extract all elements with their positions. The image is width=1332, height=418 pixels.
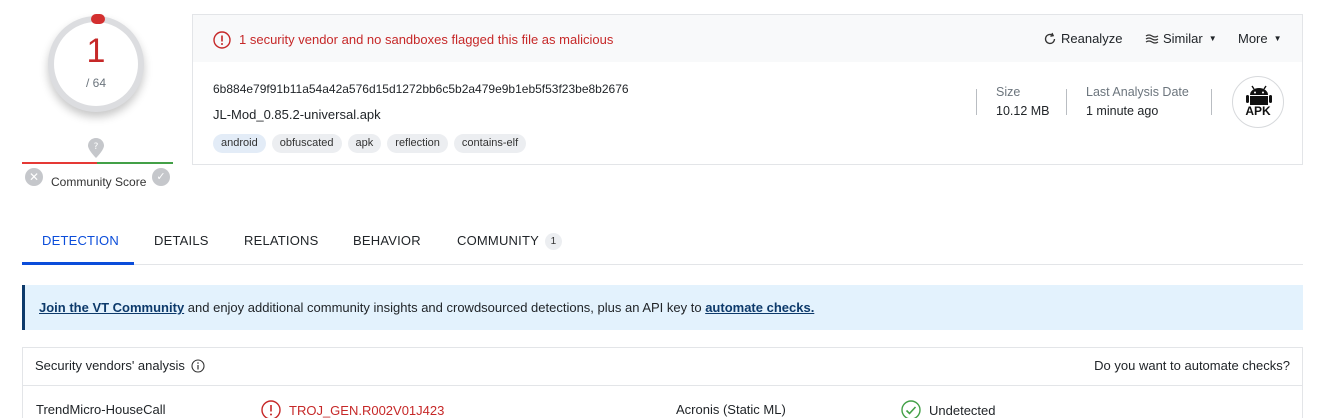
size-value: 10.12 MB [996,104,1050,118]
banner-text: Join the VT Community and enjoy addition… [39,300,814,315]
alert-icon [213,31,231,49]
tab-detection[interactable]: DETECTION [42,233,119,248]
community-score-pin-icon: ? [88,138,104,158]
community-banner: Join the VT Community and enjoy addition… [22,285,1303,330]
tag-contains-elf[interactable]: contains-elf [453,134,527,153]
tab-details[interactable]: DETAILS [154,233,209,248]
size-label: Size [996,85,1021,99]
divider [1211,89,1212,115]
more-button[interactable]: More ▼ [1238,31,1282,46]
similar-label: Similar [1163,31,1203,46]
alert-icon [261,400,281,418]
divider [976,89,977,115]
join-community-link[interactable]: Join the VT Community [39,300,184,315]
last-analysis-value: 1 minute ago [1086,104,1159,118]
alert-message: 1 security vendor and no sandboxes flagg… [239,32,614,47]
detection-label: TROJ_GEN.R002V01J423 [289,402,445,418]
divider [1066,89,1067,115]
tag-android[interactable]: android [213,134,266,153]
report-tabs: DETECTION DETAILS RELATIONS BEHAVIOR COM… [22,222,1303,265]
score-ring-indicator [91,14,105,24]
vendors-header: Security vendors' analysis Do you want t… [23,348,1302,386]
vendor-result-clean: Undetected [901,400,996,418]
vendors-analysis-section: Security vendors' analysis Do you want t… [22,347,1303,418]
vendor-result-malicious: TROJ_GEN.R002V01J423 [261,400,444,418]
community-count-badge: 1 [544,233,562,250]
last-analysis-label: Last Analysis Date [1086,85,1189,99]
tab-behavior[interactable]: BEHAVIOR [353,233,421,248]
undetected-label: Undetected [929,402,996,418]
vendors-title: Security vendors' analysis [35,358,205,373]
file-tags: android obfuscated apk reflection contai… [213,134,527,153]
file-name: JL-Mod_0.85.2-universal.apk [213,107,381,122]
similar-icon [1145,33,1159,44]
file-type-badge: APK [1232,76,1284,128]
community-score-bar-positive [97,162,173,164]
active-tab-indicator [22,262,134,265]
tab-community-label: COMMUNITY [457,233,539,248]
vendors-title-text: Security vendors' analysis [35,358,185,373]
engine-total: / 64 [85,76,106,90]
vote-harmful-icon[interactable]: ✕ [25,168,43,186]
chevron-down-icon: ▼ [1208,34,1217,43]
file-type-label: APK [1245,104,1271,118]
tag-obfuscated[interactable]: obfuscated [271,134,342,153]
more-label: More [1238,31,1268,46]
tab-community[interactable]: COMMUNITY 1 [457,233,562,250]
vendor-name: TrendMicro-HouseCall [36,402,166,417]
community-score-bar-negative [22,162,97,164]
automate-checks-link[interactable]: automate checks. [705,300,814,315]
file-hash[interactable]: 6b884e79f91b11a54a42a576d15d1272bb6c5b2a… [213,82,629,96]
tag-apk[interactable]: apk [347,134,382,153]
svg-text:?: ? [94,142,99,152]
android-icon [1246,85,1272,105]
file-summary-card: 1 security vendor and no sandboxes flagg… [192,14,1303,165]
similar-button[interactable]: Similar ▼ [1145,31,1217,46]
refresh-icon [1044,32,1056,44]
reanalyze-button[interactable]: Reanalyze [1043,31,1122,46]
detection-count: 1 [86,32,106,70]
reanalyze-label: Reanalyze [1061,31,1123,46]
check-circle-icon [901,400,921,418]
vote-harmless-icon[interactable]: ✓ [152,168,170,186]
automate-checks-prompt[interactable]: Do you want to automate checks? [1094,358,1290,373]
banner-middle-text: and enjoy additional community insights … [184,300,706,315]
vendor-name: Acronis (Static ML) [676,402,786,417]
tag-reflection[interactable]: reflection [387,134,448,153]
tab-relations[interactable]: RELATIONS [244,233,319,248]
info-icon[interactable] [191,358,205,373]
community-score-label: Community Score [51,175,147,189]
detection-score-widget: 1 / 64 ? ✕ ✓ Community Score [22,10,174,192]
alert-header: 1 security vendor and no sandboxes flagg… [193,15,1302,62]
chevron-down-icon: ▼ [1273,34,1282,43]
